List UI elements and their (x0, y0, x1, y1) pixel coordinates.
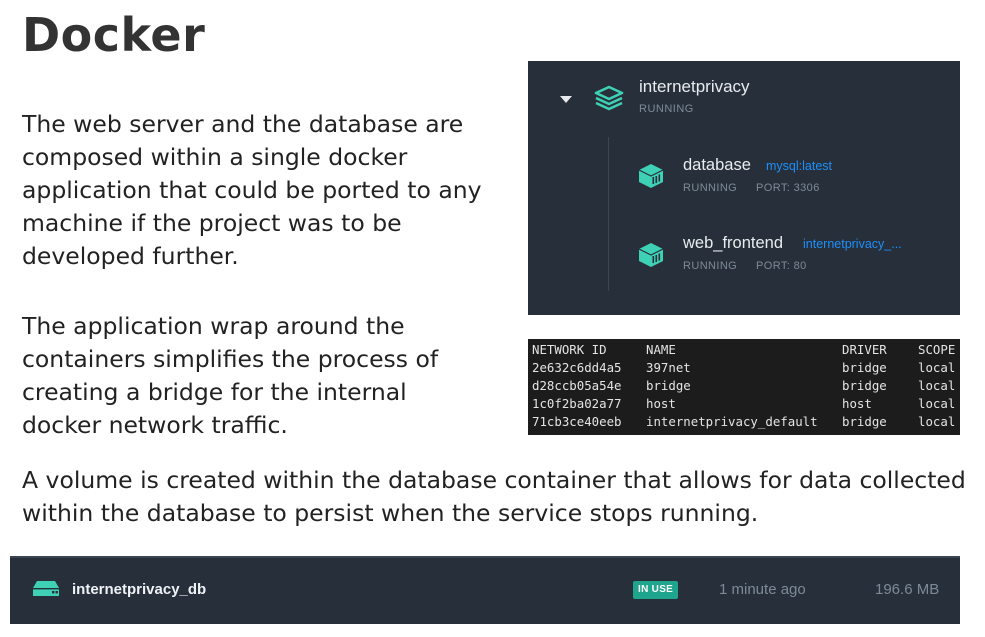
container-status-web-frontend: RUNNING (683, 260, 738, 272)
container-name-database[interactable]: database (683, 156, 751, 175)
volume-name[interactable]: internetprivacy_db (72, 581, 206, 598)
network-row: d28ccb05a54e bridge bridge local (532, 377, 960, 395)
network-name: internetprivacy_default (646, 414, 818, 429)
network-id: d28ccb05a54e (532, 378, 622, 393)
network-name: 397net (646, 360, 691, 375)
volume-created-time: 1 minute ago (719, 581, 806, 598)
network-scope: local (918, 414, 956, 429)
network-name: host (646, 396, 676, 411)
network-row: 2e632c6dd4a5 397net bridge local (532, 359, 960, 377)
app-name[interactable]: internetprivacy (639, 77, 750, 97)
network-scope: local (918, 360, 956, 375)
network-header-row: NETWORK ID NAME DRIVER SCOPE (532, 341, 960, 359)
app-status: RUNNING (639, 103, 694, 115)
stack-icon (594, 85, 624, 111)
network-row: 71cb3ce40eeb internetprivacy_default bri… (532, 413, 960, 431)
volume-row[interactable]: internetprivacy_db IN USE 1 minute ago 1… (10, 556, 960, 624)
container-icon (638, 164, 664, 188)
network-id: 2e632c6dd4a5 (532, 360, 622, 375)
network-id: 1c0f2ba02a77 (532, 396, 622, 411)
container-status-database: RUNNING (683, 182, 738, 194)
paragraph-network: The application wrap around the containe… (22, 312, 439, 439)
container-icon (638, 243, 664, 267)
network-scope: local (918, 378, 956, 393)
tree-line (608, 137, 609, 291)
container-name-web-frontend[interactable]: web_frontend (683, 234, 783, 253)
container-image-web-frontend[interactable]: internetprivacy_... (803, 237, 902, 251)
container-port-database: PORT: 3306 (756, 182, 820, 194)
network-row: 1c0f2ba02a77 host host local (532, 395, 960, 413)
paragraph-composition: The web server and the database are comp… (22, 110, 482, 270)
docker-app-panel: internetprivacy RUNNING database mysql:l… (528, 61, 960, 315)
col-network-id: NETWORK ID (532, 342, 607, 357)
network-driver: bridge (842, 378, 887, 393)
volume-size: 196.6 MB (875, 581, 940, 598)
network-id: 71cb3ce40eeb (532, 414, 622, 429)
container-port-web-frontend: PORT: 80 (756, 260, 807, 272)
paragraph-volume: A volume is created within the database … (22, 466, 966, 527)
network-driver: bridge (842, 360, 887, 375)
divider (10, 556, 960, 558)
network-driver: bridge (842, 414, 887, 429)
network-scope: local (918, 396, 956, 411)
col-scope: SCOPE (918, 342, 956, 357)
page-title: Docker (22, 8, 206, 62)
network-terminal: NETWORK ID NAME DRIVER SCOPE 2e632c6dd4a… (528, 339, 960, 435)
network-driver: host (842, 396, 872, 411)
col-name: NAME (646, 342, 676, 357)
in-use-badge: IN USE (633, 581, 679, 599)
chevron-down-icon[interactable] (559, 95, 573, 105)
disk-icon (33, 581, 59, 596)
col-driver: DRIVER (842, 342, 887, 357)
container-image-database[interactable]: mysql:latest (766, 159, 832, 173)
network-name: bridge (646, 378, 691, 393)
